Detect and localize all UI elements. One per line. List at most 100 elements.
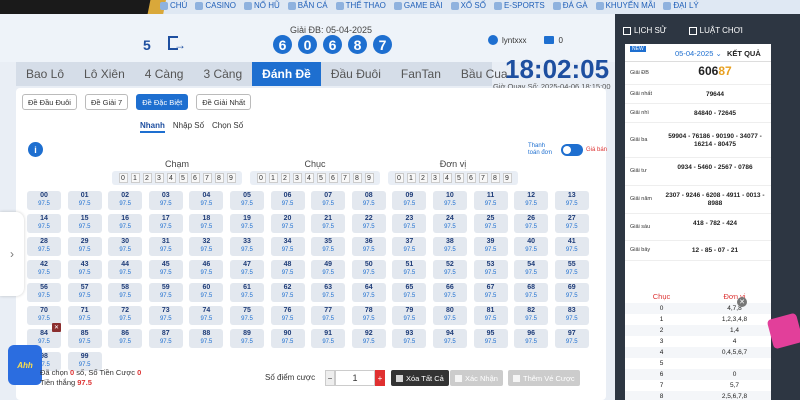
- number-cell[interactable]: 72 97.5: [108, 306, 143, 325]
- number-cell[interactable]: 29 97.5: [67, 237, 102, 256]
- game-tab[interactable]: Bao Lô: [16, 62, 74, 86]
- number-cell[interactable]: 45 97.5: [148, 260, 183, 279]
- number-cell[interactable]: 92 97.5: [351, 329, 386, 348]
- number-cell[interactable]: 59 97.5: [148, 283, 183, 302]
- number-cell[interactable]: 49 97.5: [311, 260, 346, 279]
- number-cell[interactable]: 02 97.5: [108, 191, 143, 210]
- number-cell[interactable]: 07 97.5: [311, 191, 346, 210]
- digit-button[interactable]: 1: [268, 173, 278, 183]
- number-cell[interactable]: 21 97.5: [311, 214, 346, 233]
- number-cell[interactable]: 04 97.5: [189, 191, 224, 210]
- number-cell[interactable]: 26 97.5: [514, 214, 549, 233]
- bet-subtab[interactable]: Đề Giải Nhất: [196, 94, 252, 110]
- input-mode-tab[interactable]: Chọn Số: [212, 121, 243, 133]
- number-cell[interactable]: 87 97.5: [148, 329, 183, 348]
- number-cell[interactable]: 01 97.5: [67, 191, 102, 210]
- number-cell[interactable]: 10 97.5: [432, 191, 467, 210]
- digit-button[interactable]: 9: [364, 173, 374, 183]
- digit-button[interactable]: 5: [454, 173, 464, 183]
- number-cell[interactable]: 58 97.5: [108, 283, 143, 302]
- menu-item[interactable]: BẮN CÁ: [287, 1, 328, 10]
- number-cell[interactable]: 55 97.5: [554, 260, 589, 279]
- number-cell[interactable]: 79 97.5: [392, 306, 427, 325]
- number-cell[interactable]: 15 97.5: [67, 214, 102, 233]
- number-cell[interactable]: 89 97.5: [229, 329, 264, 348]
- digit-button[interactable]: 3: [292, 173, 302, 183]
- digit-button[interactable]: 9: [502, 173, 512, 183]
- points-stepper[interactable]: − 1 +: [325, 370, 385, 386]
- number-cell[interactable]: 65 97.5: [392, 283, 427, 302]
- number-cell[interactable]: 22 97.5: [351, 214, 386, 233]
- plus-button[interactable]: +: [375, 370, 385, 386]
- number-cell[interactable]: 88 97.5: [189, 329, 224, 348]
- number-cell[interactable]: 30 97.5: [108, 237, 143, 256]
- info-icon[interactable]: i: [28, 142, 43, 157]
- chevron-left-icon[interactable]: ›: [0, 212, 24, 296]
- clear-all-button[interactable]: Xóa Tất Cả: [391, 370, 449, 386]
- bet-subtab[interactable]: Đề Đầu Đuôi: [22, 94, 77, 110]
- number-cell[interactable]: 12 97.5: [514, 191, 549, 210]
- number-cell[interactable]: 85 97.5: [67, 329, 102, 348]
- number-cell[interactable]: 39 97.5: [473, 237, 508, 256]
- number-cell[interactable]: 03 97.5: [148, 191, 183, 210]
- number-cell[interactable]: 41 97.5: [554, 237, 589, 256]
- menu-item[interactable]: ĐÁ GÀ: [552, 1, 588, 10]
- digit-button[interactable]: 7: [340, 173, 350, 183]
- digit-button[interactable]: 6: [466, 173, 476, 183]
- digit-button[interactable]: 0: [256, 173, 266, 183]
- number-cell[interactable]: 23 97.5: [392, 214, 427, 233]
- number-cell[interactable]: 36 97.5: [351, 237, 386, 256]
- number-cell[interactable]: 19 97.5: [229, 214, 264, 233]
- digit-button[interactable]: 3: [154, 173, 164, 183]
- number-cell[interactable]: 06 97.5: [270, 191, 305, 210]
- menu-item[interactable]: ĐẠI LÝ: [663, 1, 699, 10]
- number-cell[interactable]: 31 97.5: [148, 237, 183, 256]
- number-cell[interactable]: 35 97.5: [311, 237, 346, 256]
- number-cell[interactable]: 82 97.5: [514, 306, 549, 325]
- number-cell[interactable]: 08 97.5: [351, 191, 386, 210]
- number-cell[interactable]: 93 97.5: [392, 329, 427, 348]
- number-cell[interactable]: 64 97.5: [351, 283, 386, 302]
- date-select[interactable]: 05-04-2025 ⌄: [675, 49, 722, 58]
- number-cell[interactable]: 57 97.5: [67, 283, 102, 302]
- game-tab[interactable]: Đầu Đuôi: [321, 62, 391, 86]
- number-cell[interactable]: 95 97.5: [473, 329, 508, 348]
- bet-subtab[interactable]: Đề Đặc Biệt: [136, 94, 189, 110]
- number-cell[interactable]: 44 97.5: [108, 260, 143, 279]
- points-input[interactable]: 1: [335, 370, 375, 386]
- number-cell[interactable]: 42 97.5: [27, 260, 61, 279]
- digit-button[interactable]: 6: [328, 173, 338, 183]
- number-cell[interactable]: 33 97.5: [229, 237, 264, 256]
- digit-button[interactable]: 5: [178, 173, 188, 183]
- game-tab[interactable]: 3 Càng: [193, 62, 252, 86]
- menu-item[interactable]: XỔ SỐ: [450, 1, 486, 10]
- digit-button[interactable]: 5: [316, 173, 326, 183]
- number-cell[interactable]: 38 97.5: [432, 237, 467, 256]
- number-cell[interactable]: 78 97.5: [351, 306, 386, 325]
- digit-button[interactable]: 8: [214, 173, 224, 183]
- menu-item[interactable]: NỔ HŨ: [244, 1, 280, 10]
- number-cell[interactable]: 53 97.5: [473, 260, 508, 279]
- exit-icon[interactable]: →: [168, 36, 186, 52]
- menu-item[interactable]: GAME BÀI: [393, 1, 443, 10]
- number-cell[interactable]: 14 97.5: [27, 214, 61, 233]
- number-cell[interactable]: 80 97.5: [432, 306, 467, 325]
- input-mode-tab[interactable]: Nhập Số: [173, 121, 204, 133]
- menu-item[interactable]: CASINO: [195, 1, 236, 10]
- number-cell[interactable]: 90 97.5: [270, 329, 305, 348]
- number-cell[interactable]: 40 97.5: [514, 237, 549, 256]
- toggle-switch[interactable]: [561, 144, 583, 156]
- number-cell[interactable]: 18 97.5: [189, 214, 224, 233]
- input-mode-tab[interactable]: Nhanh: [140, 121, 165, 133]
- number-cell[interactable]: 47 97.5: [229, 260, 264, 279]
- number-cell[interactable]: 61 97.5: [229, 283, 264, 302]
- add-ticket-button[interactable]: Thêm Vé Cược: [508, 370, 580, 386]
- digit-button[interactable]: 4: [166, 173, 176, 183]
- number-cell[interactable]: 25 97.5: [473, 214, 508, 233]
- number-cell[interactable]: 16 97.5: [108, 214, 143, 233]
- bet-subtab[interactable]: Đề Giải 7: [84, 94, 129, 110]
- number-cell[interactable]: 77 97.5: [311, 306, 346, 325]
- number-cell[interactable]: 34 97.5: [270, 237, 305, 256]
- digit-button[interactable]: 0: [394, 173, 404, 183]
- number-cell[interactable]: 86 97.5: [108, 329, 143, 348]
